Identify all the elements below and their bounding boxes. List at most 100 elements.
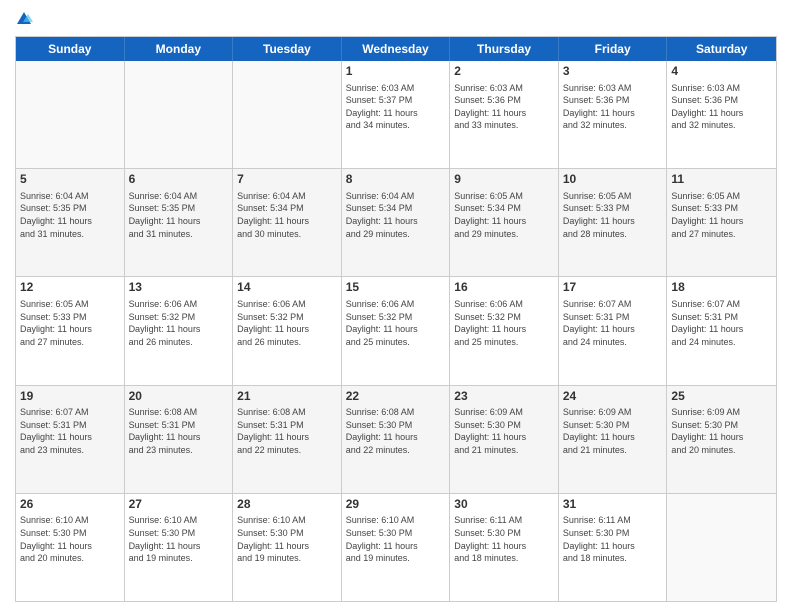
day-info: Sunrise: 6:03 AM Sunset: 5:36 PM Dayligh… [454,82,554,132]
header [15,10,777,28]
week-row: 19Sunrise: 6:07 AM Sunset: 5:31 PM Dayli… [16,385,776,493]
day-info: Sunrise: 6:03 AM Sunset: 5:36 PM Dayligh… [671,82,772,132]
day-cell: 4Sunrise: 6:03 AM Sunset: 5:36 PM Daylig… [667,61,776,168]
day-header-friday: Friday [559,37,668,61]
day-cell: 2 Sunrise: 6:03 AM Sunset: 5:36 PM Daylig… [450,61,559,168]
day-cell: 25Sunrise: 6:09 AM Sunset: 5:30 PM Dayli… [667,386,776,493]
day-header-tuesday: Tuesday [233,37,342,61]
day-info: Sunrise: 6:06 AM Sunset: 5:32 PM Dayligh… [454,298,554,348]
day-cell: 11 Sunrise: 6:05 AM Sunset: 5:33 PM Dayli… [667,169,776,276]
page-container: SundayMondayTuesdayWednesdayThursdayFrid… [0,0,792,612]
day-number: 20 [129,389,229,405]
day-cell: 29Sunrise: 6:10 AM Sunset: 5:30 PM Dayli… [342,494,451,601]
day-info: Sunrise: 6:08 AM Sunset: 5:30 PM Dayligh… [346,406,446,456]
day-cell: 7Sunrise: 6:04 AM Sunset: 5:34 PM Daylig… [233,169,342,276]
day-number: 21 [237,389,337,405]
day-cell: 28Sunrise: 6:10 AM Sunset: 5:30 PM Dayli… [233,494,342,601]
day-cell: 24Sunrise: 6:09 AM Sunset: 5:30 PM Dayli… [559,386,668,493]
day-header-saturday: Saturday [667,37,776,61]
day-cell: 5 Sunrise: 6:04 AM Sunset: 5:35 PM Daylig… [16,169,125,276]
day-cell: 8 Sunrise: 6:04 AM Sunset: 5:34 PM Daylig… [342,169,451,276]
day-cell: 1 Sunrise: 6:03 AM Sunset: 5:37 PM Daylig… [342,61,451,168]
day-cell: 9 Sunrise: 6:05 AM Sunset: 5:34 PM Daylig… [450,169,559,276]
day-number: 18 [671,280,772,296]
day-cell: 14 Sunrise: 6:06 AM Sunset: 5:32 PM Dayli… [233,277,342,384]
day-info: Sunrise: 6:06 AM Sunset: 5:32 PM Dayligh… [237,298,337,348]
day-info: Sunrise: 6:10 AM Sunset: 5:30 PM Dayligh… [237,514,337,564]
week-row: 12Sunrise: 6:05 AM Sunset: 5:33 PM Dayli… [16,276,776,384]
day-info: Sunrise: 6:05 AM Sunset: 5:33 PM Dayligh… [671,190,772,240]
day-cell: 22Sunrise: 6:08 AM Sunset: 5:30 PM Dayli… [342,386,451,493]
day-info: Sunrise: 6:04 AM Sunset: 5:35 PM Dayligh… [129,190,229,240]
day-header-thursday: Thursday [450,37,559,61]
week-row: 1 Sunrise: 6:03 AM Sunset: 5:37 PM Daylig… [16,61,776,168]
day-cell [667,494,776,601]
day-number: 9 [454,172,554,188]
day-number: 16 [454,280,554,296]
day-info: Sunrise: 6:06 AM Sunset: 5:32 PM Dayligh… [129,298,229,348]
day-number: 10 [563,172,663,188]
day-info: Sunrise: 6:03 AM Sunset: 5:37 PM Dayligh… [346,82,446,132]
day-info: Sunrise: 6:09 AM Sunset: 5:30 PM Dayligh… [454,406,554,456]
calendar: SundayMondayTuesdayWednesdayThursdayFrid… [15,36,777,602]
week-row: 26Sunrise: 6:10 AM Sunset: 5:30 PM Dayli… [16,493,776,601]
day-info: Sunrise: 6:11 AM Sunset: 5:30 PM Dayligh… [454,514,554,564]
day-number: 27 [129,497,229,513]
day-info: Sunrise: 6:11 AM Sunset: 5:30 PM Dayligh… [563,514,663,564]
day-cell: 26Sunrise: 6:10 AM Sunset: 5:30 PM Dayli… [16,494,125,601]
day-number: 11 [671,172,772,188]
day-number: 5 [20,172,120,188]
day-number: 22 [346,389,446,405]
day-cell: 20Sunrise: 6:08 AM Sunset: 5:31 PM Dayli… [125,386,234,493]
day-info: Sunrise: 6:10 AM Sunset: 5:30 PM Dayligh… [20,514,120,564]
day-number: 29 [346,497,446,513]
day-header-wednesday: Wednesday [342,37,451,61]
day-info: Sunrise: 6:10 AM Sunset: 5:30 PM Dayligh… [129,514,229,564]
day-number: 23 [454,389,554,405]
day-number: 28 [237,497,337,513]
day-number: 3 [563,64,663,80]
day-info: Sunrise: 6:04 AM Sunset: 5:34 PM Dayligh… [237,190,337,240]
logo-icon [15,10,33,28]
logo [15,10,33,28]
day-number: 25 [671,389,772,405]
day-info: Sunrise: 6:10 AM Sunset: 5:30 PM Dayligh… [346,514,446,564]
week-row: 5 Sunrise: 6:04 AM Sunset: 5:35 PM Daylig… [16,168,776,276]
day-info: Sunrise: 6:04 AM Sunset: 5:34 PM Dayligh… [346,190,446,240]
day-info: Sunrise: 6:03 AM Sunset: 5:36 PM Dayligh… [563,82,663,132]
day-cell: 13 Sunrise: 6:06 AM Sunset: 5:32 PM Dayli… [125,277,234,384]
day-number: 12 [20,280,120,296]
day-cell: 18Sunrise: 6:07 AM Sunset: 5:31 PM Dayli… [667,277,776,384]
day-header-sunday: Sunday [16,37,125,61]
day-info: Sunrise: 6:04 AM Sunset: 5:35 PM Dayligh… [20,190,120,240]
day-cell: 12Sunrise: 6:05 AM Sunset: 5:33 PM Dayli… [16,277,125,384]
day-number: 15 [346,280,446,296]
day-number: 17 [563,280,663,296]
day-cell: 10Sunrise: 6:05 AM Sunset: 5:33 PM Dayli… [559,169,668,276]
day-info: Sunrise: 6:08 AM Sunset: 5:31 PM Dayligh… [129,406,229,456]
day-info: Sunrise: 6:06 AM Sunset: 5:32 PM Dayligh… [346,298,446,348]
day-cell: 15 Sunrise: 6:06 AM Sunset: 5:32 PM Dayli… [342,277,451,384]
day-cell: 31Sunrise: 6:11 AM Sunset: 5:30 PM Dayli… [559,494,668,601]
day-number: 26 [20,497,120,513]
weeks-container: 1 Sunrise: 6:03 AM Sunset: 5:37 PM Daylig… [16,61,776,601]
day-info: Sunrise: 6:05 AM Sunset: 5:34 PM Dayligh… [454,190,554,240]
day-cell: 16 Sunrise: 6:06 AM Sunset: 5:32 PM Dayli… [450,277,559,384]
day-header-monday: Monday [125,37,234,61]
day-number: 8 [346,172,446,188]
day-info: Sunrise: 6:07 AM Sunset: 5:31 PM Dayligh… [20,406,120,456]
day-number: 14 [237,280,337,296]
day-number: 6 [129,172,229,188]
day-cell: 23Sunrise: 6:09 AM Sunset: 5:30 PM Dayli… [450,386,559,493]
day-info: Sunrise: 6:09 AM Sunset: 5:30 PM Dayligh… [671,406,772,456]
day-cell [16,61,125,168]
day-info: Sunrise: 6:09 AM Sunset: 5:30 PM Dayligh… [563,406,663,456]
day-info: Sunrise: 6:07 AM Sunset: 5:31 PM Dayligh… [563,298,663,348]
day-number: 13 [129,280,229,296]
day-number: 31 [563,497,663,513]
day-cell: 17 Sunrise: 6:07 AM Sunset: 5:31 PM Dayli… [559,277,668,384]
day-cell: 30Sunrise: 6:11 AM Sunset: 5:30 PM Dayli… [450,494,559,601]
day-number: 2 [454,64,554,80]
day-cell [233,61,342,168]
day-number: 1 [346,64,446,80]
